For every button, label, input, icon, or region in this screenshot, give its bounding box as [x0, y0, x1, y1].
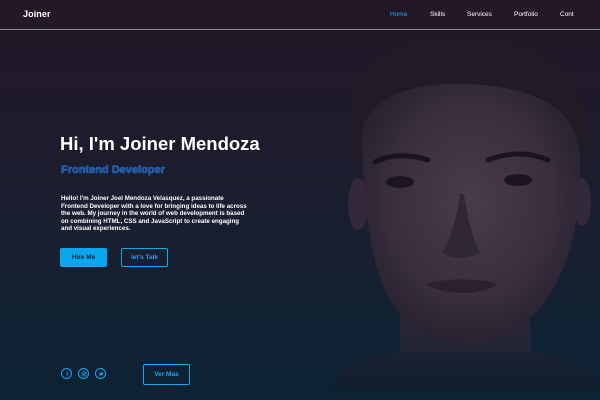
hero-subtitle: Frontend Developer [61, 164, 165, 176]
nav-link-skills[interactable]: Skills [430, 11, 445, 18]
navbar: Joiner Home Skills Services Portfolio Co… [0, 0, 600, 30]
hero-title: Hi, I'm Joiner Mendoza [60, 133, 260, 154]
facebook-icon [65, 371, 68, 376]
nav-link-home[interactable]: Home [390, 11, 407, 18]
instagram-icon [81, 371, 86, 376]
facebook-link[interactable] [61, 368, 72, 379]
ver-mas-button[interactable]: Ver Mas [143, 364, 190, 385]
lets-talk-button[interactable]: let's Talk [121, 248, 168, 267]
nav-link-contact[interactable]: Cont [560, 11, 574, 18]
hero-bio: Hello! I'm Joiner Joel Mendoza Velasquez… [61, 195, 247, 232]
twitter-link[interactable] [95, 368, 106, 379]
instagram-link[interactable] [78, 368, 89, 379]
brand-logo[interactable]: Joiner [23, 9, 51, 19]
hire-me-button[interactable]: Hire Me [60, 248, 107, 267]
twitter-icon [98, 371, 103, 376]
nav-link-portfolio[interactable]: Portfolio [514, 11, 538, 18]
nav-link-services[interactable]: Services [467, 11, 492, 18]
profile-photo [330, 35, 600, 390]
